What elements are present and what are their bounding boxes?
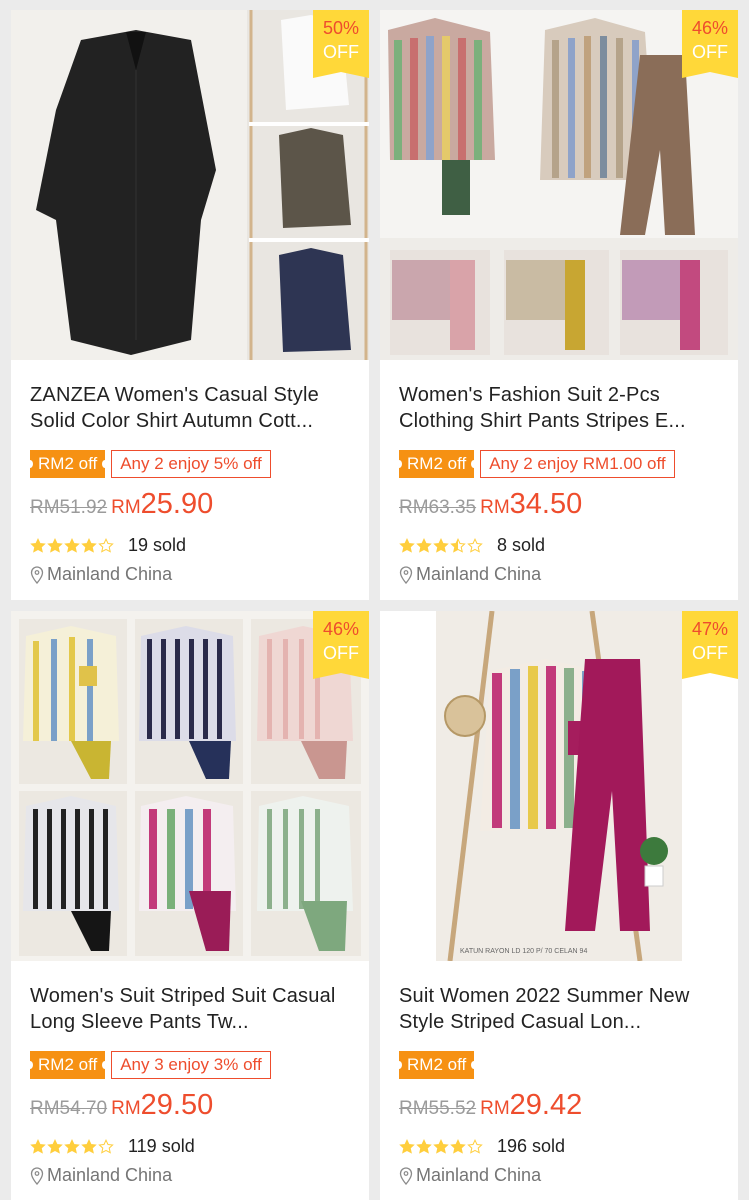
product-title[interactable]: Women's Fashion Suit 2-Pcs Clothing Shir… <box>399 382 724 434</box>
price-row: RM54.70 RM 29.50 <box>30 1089 213 1122</box>
product-card[interactable]: 50% OFF ZANZEA Women's Casual Style Soli… <box>11 10 369 600</box>
star-full-icon <box>433 1138 449 1154</box>
star-rating <box>30 537 114 554</box>
star-full-icon <box>433 537 449 553</box>
promo-tags: RM2 off Any 2 enjoy RM1.00 off <box>395 450 675 478</box>
original-price: RM51.92 <box>30 497 108 518</box>
star-full-icon <box>47 1138 63 1154</box>
product-image[interactable]: KATUN RAYON LD 120 P/ 70 CELAN 94 47% OF… <box>380 611 738 961</box>
star-full-icon <box>47 537 63 553</box>
star-full-icon <box>399 537 415 553</box>
product-image[interactable]: 46% OFF <box>380 10 738 360</box>
discount-off-label: OFF <box>323 42 359 62</box>
rating-row: 196 sold <box>399 1136 565 1157</box>
location-row: Mainland China <box>30 1165 172 1186</box>
star-empty-icon <box>98 537 114 553</box>
location-pin-icon <box>30 565 44 584</box>
promo-tags: RM2 off Any 2 enjoy 5% off <box>26 450 271 478</box>
location-row: Mainland China <box>399 564 541 585</box>
location-row: Mainland China <box>30 564 172 585</box>
price-currency: RM <box>480 497 510 518</box>
star-full-icon <box>30 1138 46 1154</box>
price-currency: RM <box>111 497 141 518</box>
star-full-icon <box>81 537 97 553</box>
star-full-icon <box>64 1138 80 1154</box>
location-row: Mainland China <box>399 1165 541 1186</box>
sale-price: 29.42 <box>509 1089 583 1121</box>
bundle-deal-tag: Any 3 enjoy 3% off <box>111 1051 271 1079</box>
price-currency: RM <box>111 1098 141 1119</box>
product-card[interactable]: KATUN RAYON LD 120 P/ 70 CELAN 94 47% OF… <box>380 611 738 1200</box>
promo-tags: RM2 off Any 3 enjoy 3% off <box>26 1051 271 1079</box>
price-row: RM51.92 RM 25.90 <box>30 488 213 521</box>
star-full-icon <box>30 537 46 553</box>
image-caption: KATUN RAYON LD 120 P/ 70 CELAN 94 <box>460 948 587 955</box>
original-price: RM63.35 <box>399 497 477 518</box>
location-pin-icon <box>399 565 413 584</box>
sale-price: 29.50 <box>140 1089 214 1121</box>
price-currency: RM <box>480 1098 510 1119</box>
ship-from-location: Mainland China <box>47 1165 173 1185</box>
product-image[interactable]: 46% OFF <box>11 611 369 961</box>
sale-price: 34.50 <box>509 488 583 520</box>
star-empty-icon <box>467 1138 483 1154</box>
product-card[interactable]: 46% OFF Women's Fashion Suit 2-Pcs Cloth… <box>380 10 738 600</box>
star-full-icon <box>450 1138 466 1154</box>
ship-from-location: Mainland China <box>416 1165 542 1185</box>
star-rating <box>399 537 483 554</box>
discount-percent: 46% <box>322 619 360 639</box>
promo-tags: RM2 off <box>395 1051 478 1079</box>
discount-off-label: OFF <box>692 643 728 663</box>
star-rating <box>399 1138 483 1155</box>
sold-count: 8 sold <box>497 535 546 555</box>
bundle-deal-tag: Any 2 enjoy RM1.00 off <box>480 450 675 478</box>
discount-badge: 47% OFF <box>682 611 738 679</box>
rating-row: 19 sold <box>30 535 186 556</box>
rating-row: 119 sold <box>30 1136 195 1157</box>
discount-percent: 46% <box>691 18 729 38</box>
location-pin-icon <box>399 1166 413 1185</box>
star-full-icon <box>399 1138 415 1154</box>
star-full-icon <box>416 1138 432 1154</box>
product-card[interactable]: 46% OFF Women's Suit Striped Suit Casual… <box>11 611 369 1200</box>
bundle-deal-tag: Any 2 enjoy 5% off <box>111 450 271 478</box>
product-image[interactable]: 50% OFF <box>11 10 369 360</box>
ship-from-location: Mainland China <box>416 564 542 584</box>
discount-off-label: OFF <box>692 42 728 62</box>
voucher-tag: RM2 off <box>395 1051 478 1079</box>
discount-badge: 50% OFF <box>313 10 369 78</box>
star-full-icon <box>64 537 80 553</box>
voucher-tag: RM2 off <box>395 450 478 478</box>
star-rating <box>30 1138 114 1155</box>
sold-count: 119 sold <box>128 1136 195 1156</box>
ship-from-location: Mainland China <box>47 564 173 584</box>
star-half-icon <box>450 537 466 553</box>
sold-count: 196 sold <box>497 1136 566 1156</box>
price-row: RM63.35 RM 34.50 <box>399 488 582 521</box>
rating-row: 8 sold <box>399 535 545 556</box>
original-price: RM54.70 <box>30 1098 108 1119</box>
star-empty-icon <box>467 537 483 553</box>
discount-badge: 46% OFF <box>682 10 738 78</box>
product-title[interactable]: ZANZEA Women's Casual Style Solid Color … <box>30 382 355 434</box>
star-empty-icon <box>98 1138 114 1154</box>
voucher-tag: RM2 off <box>26 1051 109 1079</box>
discount-badge: 46% OFF <box>313 611 369 679</box>
product-grid: 50% OFF ZANZEA Women's Casual Style Soli… <box>0 0 749 1200</box>
discount-percent: 47% <box>691 619 729 639</box>
star-full-icon <box>416 537 432 553</box>
original-price: RM55.52 <box>399 1098 477 1119</box>
price-row: RM55.52 RM 29.42 <box>399 1089 582 1122</box>
discount-percent: 50% <box>322 18 360 38</box>
sold-count: 19 sold <box>128 535 187 555</box>
product-title[interactable]: Women's Suit Striped Suit Casual Long Sl… <box>30 983 355 1035</box>
discount-off-label: OFF <box>323 643 359 663</box>
product-title[interactable]: Suit Women 2022 Summer New Style Striped… <box>399 983 724 1035</box>
sale-price: 25.90 <box>140 488 214 520</box>
location-pin-icon <box>30 1166 44 1185</box>
voucher-tag: RM2 off <box>26 450 109 478</box>
star-full-icon <box>81 1138 97 1154</box>
